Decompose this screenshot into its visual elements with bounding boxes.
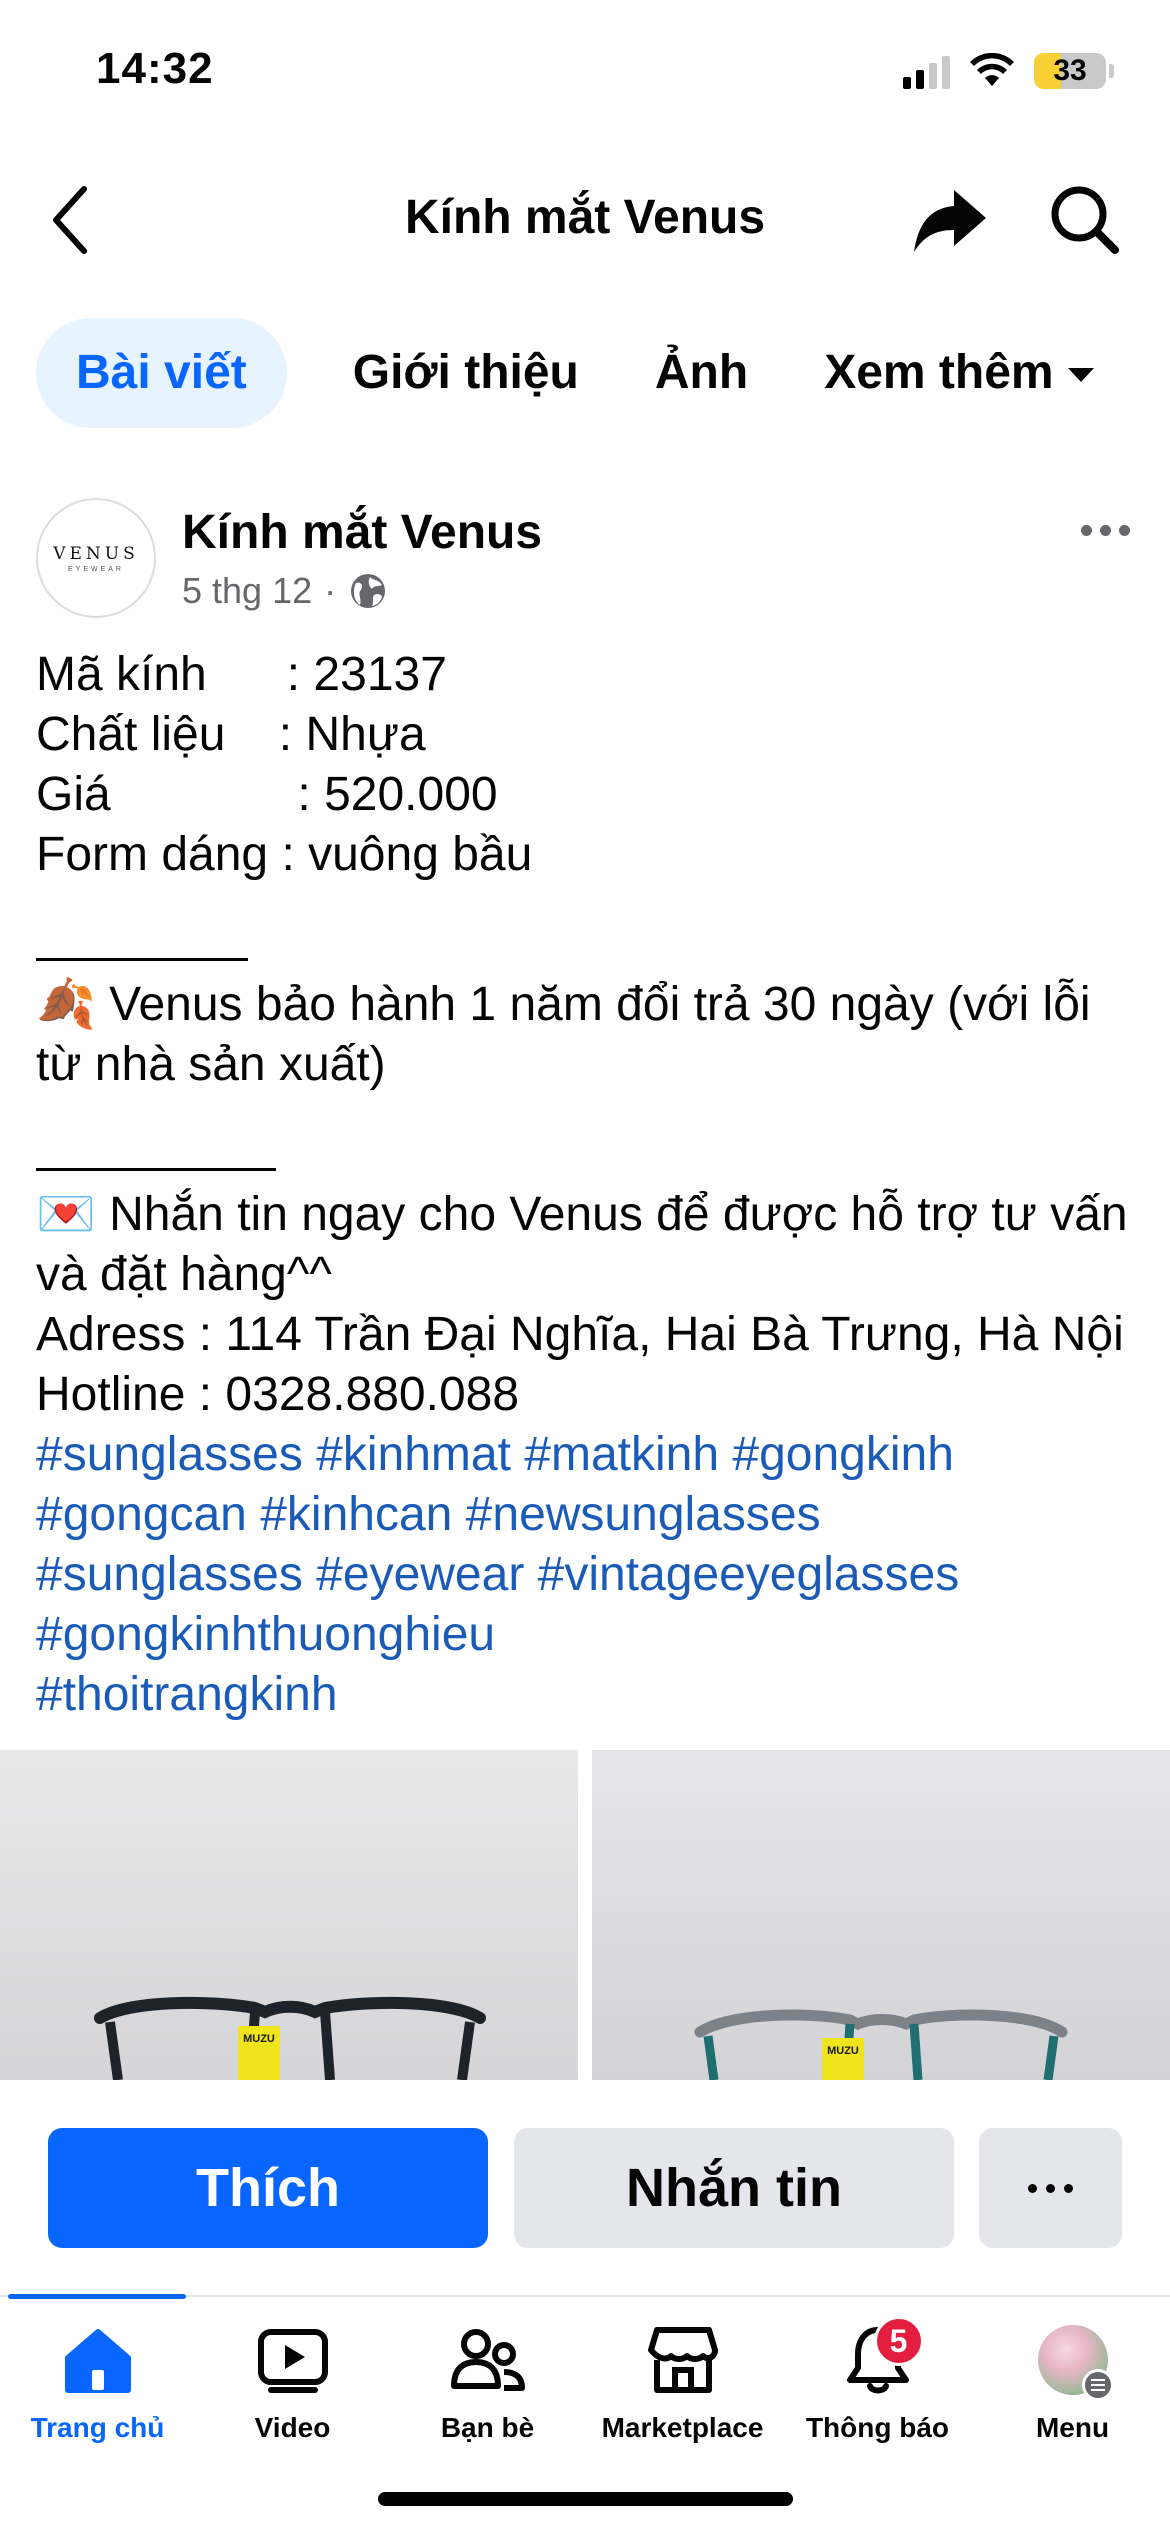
page-tabs: Bài viết Giới thiệu Ảnh Xem thêm <box>36 318 1132 428</box>
nav-video-label: Video <box>254 2412 331 2443</box>
tab-see-more-label: Xem thêm <box>824 346 1054 399</box>
notification-badge: 5 <box>873 2316 924 2366</box>
nav-marketplace[interactable]: Marketplace <box>585 2310 780 2470</box>
menu-icon <box>1081 2369 1114 2401</box>
globe-icon <box>351 574 386 608</box>
more-actions-button[interactable] <box>979 2128 1122 2248</box>
friends-icon <box>448 2320 528 2400</box>
hashtag-row[interactable]: #sunglasses #eyewear #vintageeyeglasses <box>36 1545 1136 1605</box>
text-rule <box>36 915 1136 975</box>
post-line-shape: Form dáng : vuông bầu <box>36 828 533 881</box>
nav-menu-label: Menu <box>1035 2412 1110 2443</box>
tab-photos[interactable]: Ảnh <box>617 318 786 428</box>
post-text: Mã kính : 23137 Chất liệu : Nhựa Giá : 5… <box>36 645 1136 1725</box>
nav-home[interactable]: Trang chủ <box>0 2310 195 2470</box>
post-meta: 5 thg 12 · <box>182 570 388 612</box>
home-icon <box>58 2320 138 2400</box>
home-indicator <box>378 2492 793 2506</box>
page-avatar[interactable]: VENUS EYEWEAR <box>36 498 156 618</box>
tag-label: MUZU <box>243 2033 275 2045</box>
status-indicators: 33 <box>903 48 1114 94</box>
active-tab-indicator <box>8 2294 186 2299</box>
status-time: 14:32 <box>96 44 214 93</box>
post-photo[interactable]: MUZU <box>592 1750 1170 2080</box>
share-icon <box>914 190 986 252</box>
post-line-material: Chất liệu : Nhựa <box>36 708 426 761</box>
post-line-address: Adress : 114 Trần Đại Nghĩa, Hai Bà Trưn… <box>36 1308 1124 1361</box>
meta-separator: · <box>324 570 337 611</box>
post-line-code: Mã kính : 23137 <box>36 648 447 701</box>
nav-notifications[interactable]: 5 Thông báo <box>780 2310 975 2470</box>
menu-avatar-wrap <box>1033 2320 1114 2401</box>
profile-avatar <box>1037 2325 1114 2401</box>
page-title: Kính mắt Venus <box>404 191 766 244</box>
post-line-hotline: Hotline : 0328.880.088 <box>36 1368 520 1421</box>
hashtag-row[interactable]: #thoitrangkinh <box>36 1665 1136 1725</box>
nav-video[interactable]: Video <box>195 2310 390 2470</box>
message-button[interactable]: Nhắn tin <box>514 2128 954 2248</box>
nav-notifications-label: Thông báo <box>805 2412 950 2443</box>
share-button[interactable] <box>910 180 990 260</box>
nav-menu[interactable]: Menu <box>975 2310 1170 2470</box>
eyeglasses-image: MUZU <box>592 1750 1170 2080</box>
avatar-brand-text: VENUS <box>53 543 139 564</box>
marketplace-icon <box>643 2320 723 2400</box>
post-author[interactable]: Kính mắt Venus <box>182 505 542 560</box>
nav-friends-label: Bạn bè <box>440 2412 535 2443</box>
tab-posts[interactable]: Bài viết <box>36 318 287 428</box>
wifi-icon <box>970 53 1014 86</box>
nav-home-label: Trang chủ <box>30 2412 165 2443</box>
tab-about[interactable]: Giới thiệu <box>315 318 617 428</box>
battery-level: 33 <box>1053 54 1087 87</box>
caret-down-icon <box>1067 368 1094 383</box>
post-date[interactable]: 5 thg 12 <box>182 570 312 612</box>
post-photo[interactable]: MUZU <box>0 1750 578 2080</box>
bottom-nav: Trang chủ Video Bạn bè Marketplace 5 Thô… <box>0 2310 1170 2470</box>
nav-friends[interactable]: Bạn bè <box>390 2310 585 2470</box>
eyeglasses-image: MUZU <box>0 1750 578 2080</box>
bell-icon: 5 <box>838 2316 924 2400</box>
hashtag-row[interactable]: #sunglasses #kinhmat #matkinh #gongkinh <box>36 1425 1136 1485</box>
text-rule <box>36 1125 1136 1185</box>
post-line-contact: 💌 Nhắn tin ngay cho Venus để được hỗ trợ… <box>36 1188 1128 1301</box>
search-button[interactable] <box>1045 180 1125 260</box>
cellular-signal-icon <box>903 53 950 89</box>
tab-see-more[interactable]: Xem thêm <box>786 318 1131 428</box>
avatar-sub-text: EYEWEAR <box>67 565 124 573</box>
tag-label: MUZU <box>827 2045 859 2057</box>
nav-marketplace-label: Marketplace <box>601 2412 764 2443</box>
search-icon <box>1051 186 1119 254</box>
like-button[interactable]: Thích <box>48 2128 488 2248</box>
battery-icon: 33 <box>1034 53 1106 89</box>
post-more-button[interactable] <box>1070 510 1140 550</box>
hashtag-row[interactable]: #gongkinhthuonghieu <box>36 1605 1136 1665</box>
post-line-price: Giá : 520.000 <box>36 768 498 821</box>
video-icon <box>253 2320 333 2400</box>
hashtag-row[interactable]: #gongcan #kinhcan #newsunglasses <box>36 1485 1136 1545</box>
post-line-warranty: 🍂 Venus bảo hành 1 năm đổi trả 30 ngày (… <box>36 978 1091 1091</box>
